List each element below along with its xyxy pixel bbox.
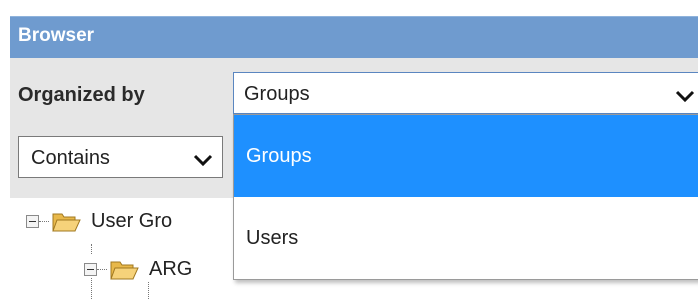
filter-select[interactable]: Contains — [18, 136, 223, 178]
open-folder-icon — [110, 261, 139, 280]
panel-title: Browser — [18, 25, 95, 46]
collapse-icon[interactable] — [84, 262, 97, 276]
filter-value: Contains — [31, 147, 110, 169]
tree-node-user-groups[interactable]: User Gro — [26, 208, 172, 234]
organized-by-select[interactable]: Groups — [233, 72, 698, 114]
tree-connector — [148, 282, 149, 299]
chevron-down-icon — [675, 90, 695, 103]
collapse-icon[interactable] — [26, 214, 39, 228]
tree-connector — [97, 268, 107, 270]
organized-by-value: Groups — [244, 83, 310, 105]
tree-node-label: ARG — [149, 257, 193, 280]
dropdown-option-groups[interactable]: Groups — [234, 115, 698, 197]
dropdown-option-users[interactable]: Users — [234, 197, 698, 279]
tree-connector — [91, 244, 92, 254]
tree-connector — [39, 220, 49, 222]
open-folder-icon — [52, 213, 81, 232]
organized-by-dropdown-list: Groups Users — [233, 114, 698, 280]
tree-connector — [91, 278, 92, 299]
tree-node-arg[interactable]: ARG — [84, 256, 192, 282]
chevron-down-icon — [193, 154, 213, 167]
tree-node-label: User Gro — [91, 209, 173, 232]
browser-panel-header: Browser — [10, 16, 698, 58]
organized-by-label: Organized by — [18, 84, 145, 106]
